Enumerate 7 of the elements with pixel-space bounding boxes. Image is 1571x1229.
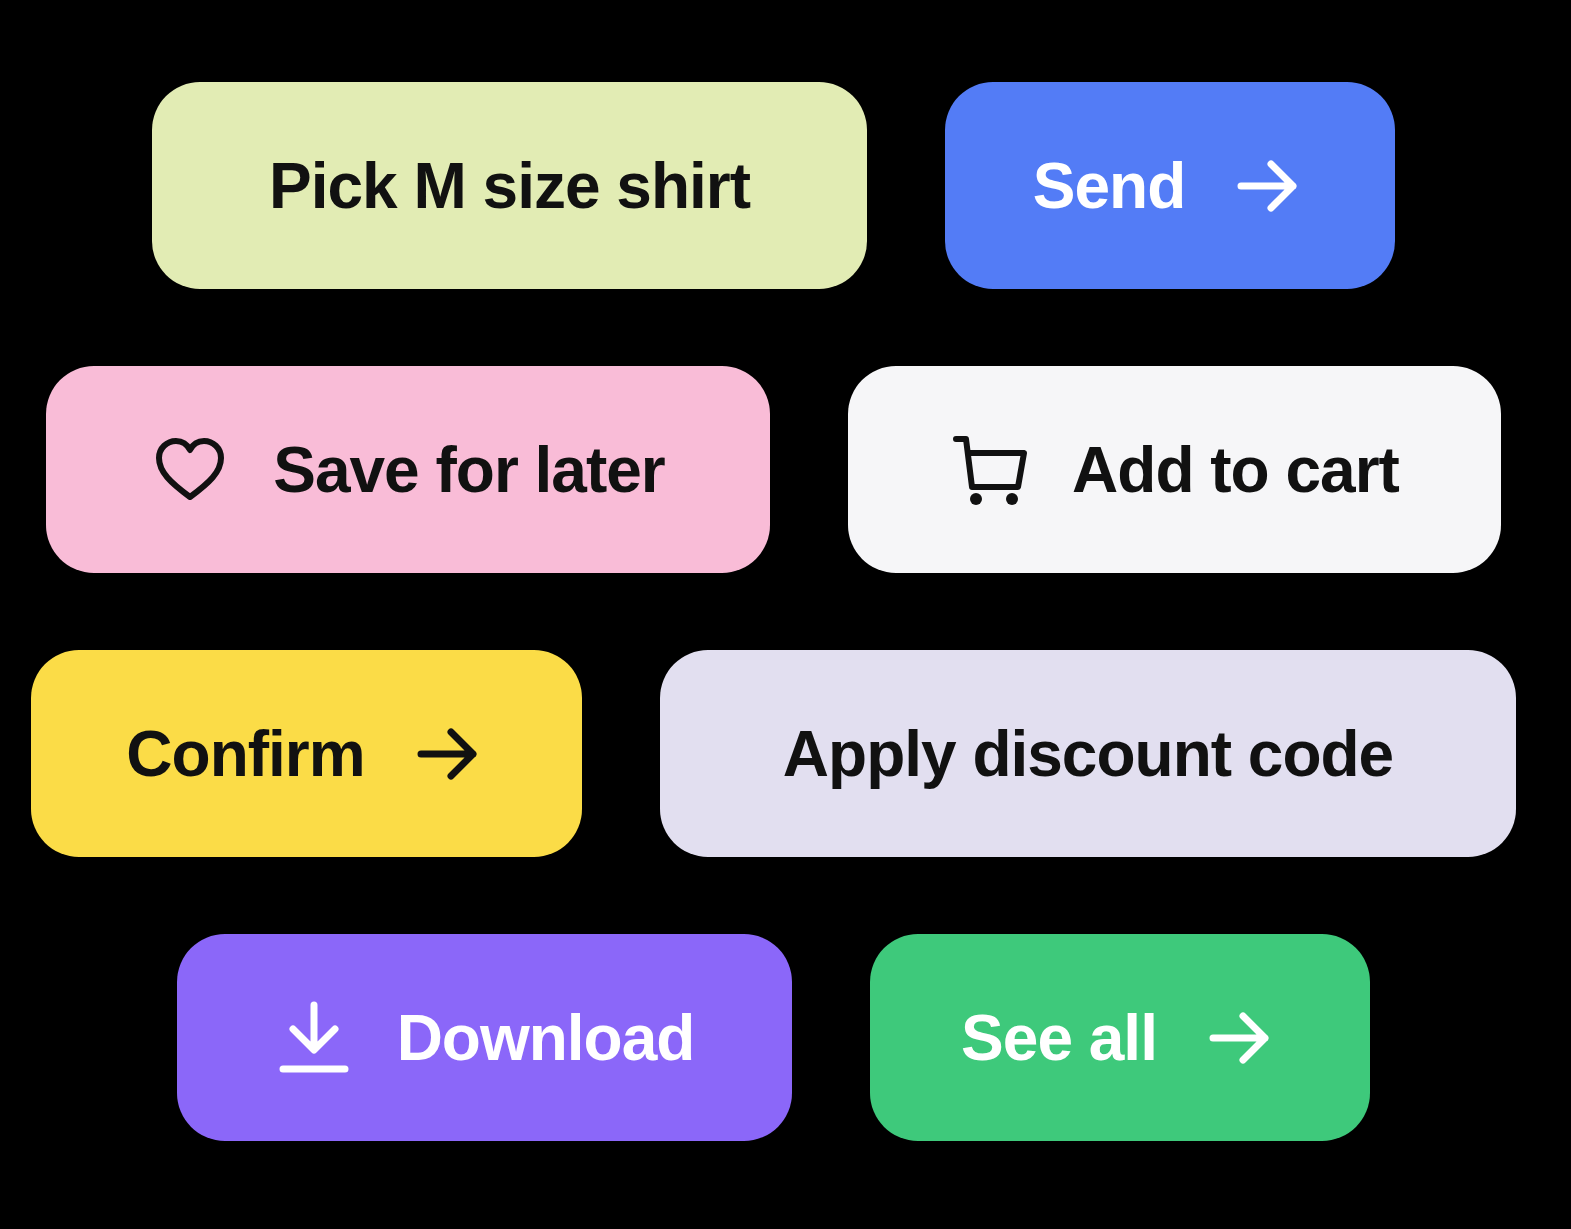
action-button[interactable]: Apply discount code <box>660 650 1516 857</box>
action-button[interactable]: Confirm <box>31 650 582 857</box>
action-button[interactable]: Add to cart <box>848 366 1501 573</box>
action-button[interactable]: Download <box>177 934 792 1141</box>
action-button[interactable]: Send <box>945 82 1395 289</box>
action-button[interactable]: Save for later <box>46 366 770 573</box>
action-button[interactable]: Pick M size shirt <box>152 82 867 289</box>
